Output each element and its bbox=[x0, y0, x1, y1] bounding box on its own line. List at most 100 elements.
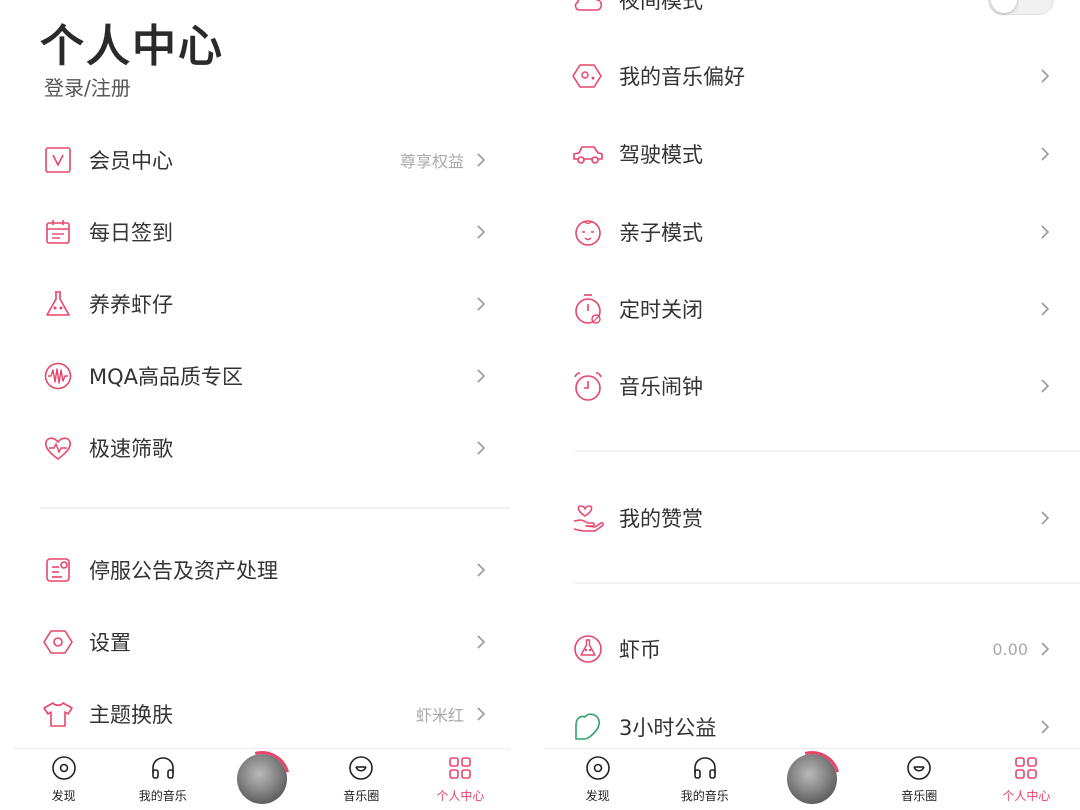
charity-heart-icon bbox=[570, 709, 606, 745]
chevron-right-icon bbox=[474, 704, 488, 724]
menu-item-vip-center[interactable]: 会员中心 尊享权益 bbox=[0, 130, 510, 190]
settings-hex-icon bbox=[40, 624, 76, 660]
tab-label: 个人中心 bbox=[436, 789, 485, 803]
menu-item-driving-mode[interactable]: 驾驶模式 bbox=[540, 124, 1080, 184]
player-disc-icon[interactable] bbox=[787, 754, 837, 804]
chevron-right-icon bbox=[1038, 66, 1052, 86]
menu-item-label: 设置 bbox=[89, 631, 131, 655]
player-disc-icon[interactable] bbox=[237, 754, 287, 804]
tab-label: 发现 bbox=[585, 789, 610, 803]
grid-icon bbox=[1012, 754, 1040, 782]
car-icon bbox=[570, 136, 606, 172]
menu-item-sleep-timer[interactable]: 定时关闭 bbox=[540, 279, 1080, 339]
menu-item-shrimp-coin[interactable]: 虾币 0.00 bbox=[540, 619, 1080, 679]
tab-my-music[interactable]: 我的音乐 bbox=[651, 748, 758, 810]
section-divider bbox=[575, 450, 1080, 452]
notice-icon bbox=[40, 552, 76, 588]
login-register-link[interactable]: 登录/注册 bbox=[44, 72, 131, 101]
tab-label: 发现 bbox=[51, 789, 76, 803]
tab-label: 我的音乐 bbox=[680, 789, 729, 803]
menu-item-label: 虾币 bbox=[619, 638, 661, 662]
menu-item-label: MQA高品质专区 bbox=[89, 365, 244, 389]
page-title: 个人中心 bbox=[40, 21, 224, 72]
tab-personal-center[interactable]: 个人中心 bbox=[973, 748, 1080, 810]
alarm-clock-icon bbox=[570, 368, 606, 404]
shrimp-coin-balance: 0.00 bbox=[992, 639, 1028, 659]
menu-item-raise-shrimp[interactable]: 养养虾仔 bbox=[0, 274, 510, 334]
section-divider bbox=[40, 507, 510, 509]
tab-discover[interactable]: 发现 bbox=[14, 748, 113, 810]
menu-item-label: 亲子模式 bbox=[619, 221, 703, 245]
menu-item-label: 每日签到 bbox=[89, 221, 173, 245]
music-circle-icon bbox=[905, 754, 933, 782]
chevron-right-icon bbox=[1038, 299, 1052, 319]
chevron-right-icon bbox=[474, 560, 488, 580]
menu-item-label: 定时关闭 bbox=[619, 298, 703, 322]
headphones-icon bbox=[691, 754, 719, 782]
menu-item-label: 音乐闹钟 bbox=[619, 375, 703, 399]
chevron-right-icon bbox=[1038, 376, 1052, 396]
menu-item-label: 主题换肤 bbox=[89, 703, 173, 727]
chevron-right-icon bbox=[1038, 508, 1052, 528]
section-divider bbox=[575, 582, 1080, 584]
menu-item-service-notice[interactable]: 停服公告及资产处理 bbox=[0, 540, 510, 600]
tab-my-music[interactable]: 我的音乐 bbox=[113, 748, 212, 810]
chevron-right-icon bbox=[1038, 222, 1052, 242]
tab-music-circle[interactable]: 音乐圈 bbox=[312, 748, 411, 810]
toggle-knob bbox=[991, 0, 1017, 13]
tab-player[interactable] bbox=[212, 748, 311, 810]
menu-item-my-appreciation[interactable]: 我的赞赏 bbox=[540, 488, 1080, 548]
menu-item-daily-checkin[interactable]: 每日签到 bbox=[0, 202, 510, 262]
timer-icon bbox=[570, 291, 606, 327]
tab-label: 音乐圈 bbox=[343, 789, 380, 803]
menu-item-extra: 虾米红 bbox=[415, 706, 464, 725]
menu-item-night-mode[interactable]: 夜间模式 bbox=[540, 0, 1080, 30]
tab-player[interactable] bbox=[758, 748, 865, 810]
chevron-right-icon bbox=[474, 438, 488, 458]
tab-discover[interactable]: 发现 bbox=[544, 748, 651, 810]
menu-item-label: 极速筛歌 bbox=[89, 437, 173, 461]
tab-music-circle[interactable]: 音乐圈 bbox=[866, 748, 973, 810]
chevron-right-icon bbox=[1038, 717, 1052, 737]
tab-personal-center[interactable]: 个人中心 bbox=[411, 748, 510, 810]
chevron-right-icon bbox=[1038, 144, 1052, 164]
menu-item-label: 我的赞赏 bbox=[619, 507, 703, 531]
right-screen: 夜间模式 我的音乐偏好 驾驶模式 亲子模式 定时关闭 音乐闹钟 我的赞赏 虾币 … bbox=[540, 0, 1080, 810]
menu-item-mqa[interactable]: MQA高品质专区 bbox=[0, 346, 510, 406]
menu-item-music-preference[interactable]: 我的音乐偏好 bbox=[540, 46, 1080, 106]
chevron-right-icon bbox=[474, 294, 488, 314]
music-circle-icon bbox=[347, 754, 375, 782]
menu-item-theme[interactable]: 主题换肤 虾米红 bbox=[0, 684, 510, 744]
discover-icon bbox=[584, 754, 612, 782]
shrimp-coin-icon bbox=[570, 631, 606, 667]
menu-item-music-alarm[interactable]: 音乐闹钟 bbox=[540, 356, 1080, 416]
appreciation-icon bbox=[570, 500, 606, 536]
chevron-right-icon bbox=[474, 366, 488, 386]
chevron-right-icon bbox=[474, 150, 488, 170]
menu-item-label: 我的音乐偏好 bbox=[619, 65, 745, 89]
baby-face-icon bbox=[570, 214, 606, 250]
menu-item-label: 驾驶模式 bbox=[619, 143, 703, 167]
tab-label: 我的音乐 bbox=[138, 789, 187, 803]
grid-icon bbox=[446, 754, 474, 782]
bottom-tab-bar: 发现 我的音乐 音乐圈 个人中心 bbox=[14, 748, 510, 810]
menu-item-extra: 尊享权益 bbox=[399, 152, 464, 171]
chevron-right-icon bbox=[474, 632, 488, 652]
menu-item-parent-child-mode[interactable]: 亲子模式 bbox=[540, 202, 1080, 262]
vip-icon bbox=[40, 142, 76, 178]
discover-icon bbox=[50, 754, 78, 782]
menu-item-label: 养养虾仔 bbox=[89, 293, 173, 317]
menu-item-settings[interactable]: 设置 bbox=[0, 612, 510, 672]
heart-pulse-icon bbox=[40, 430, 76, 466]
mqa-wave-icon bbox=[40, 358, 76, 394]
menu-item-label: 会员中心 bbox=[89, 149, 173, 173]
night-mode-toggle[interactable] bbox=[988, 0, 1054, 15]
chevron-right-icon bbox=[1038, 639, 1052, 659]
bottom-tab-bar: 发现 我的音乐 音乐圈 个人中心 bbox=[544, 748, 1080, 810]
calendar-icon bbox=[40, 214, 76, 250]
music-preference-icon bbox=[570, 58, 606, 94]
tab-label: 个人中心 bbox=[1002, 789, 1051, 803]
tshirt-icon bbox=[40, 696, 76, 732]
shrimp-icon bbox=[40, 286, 76, 322]
menu-item-quick-filter[interactable]: 极速筛歌 bbox=[0, 418, 510, 478]
